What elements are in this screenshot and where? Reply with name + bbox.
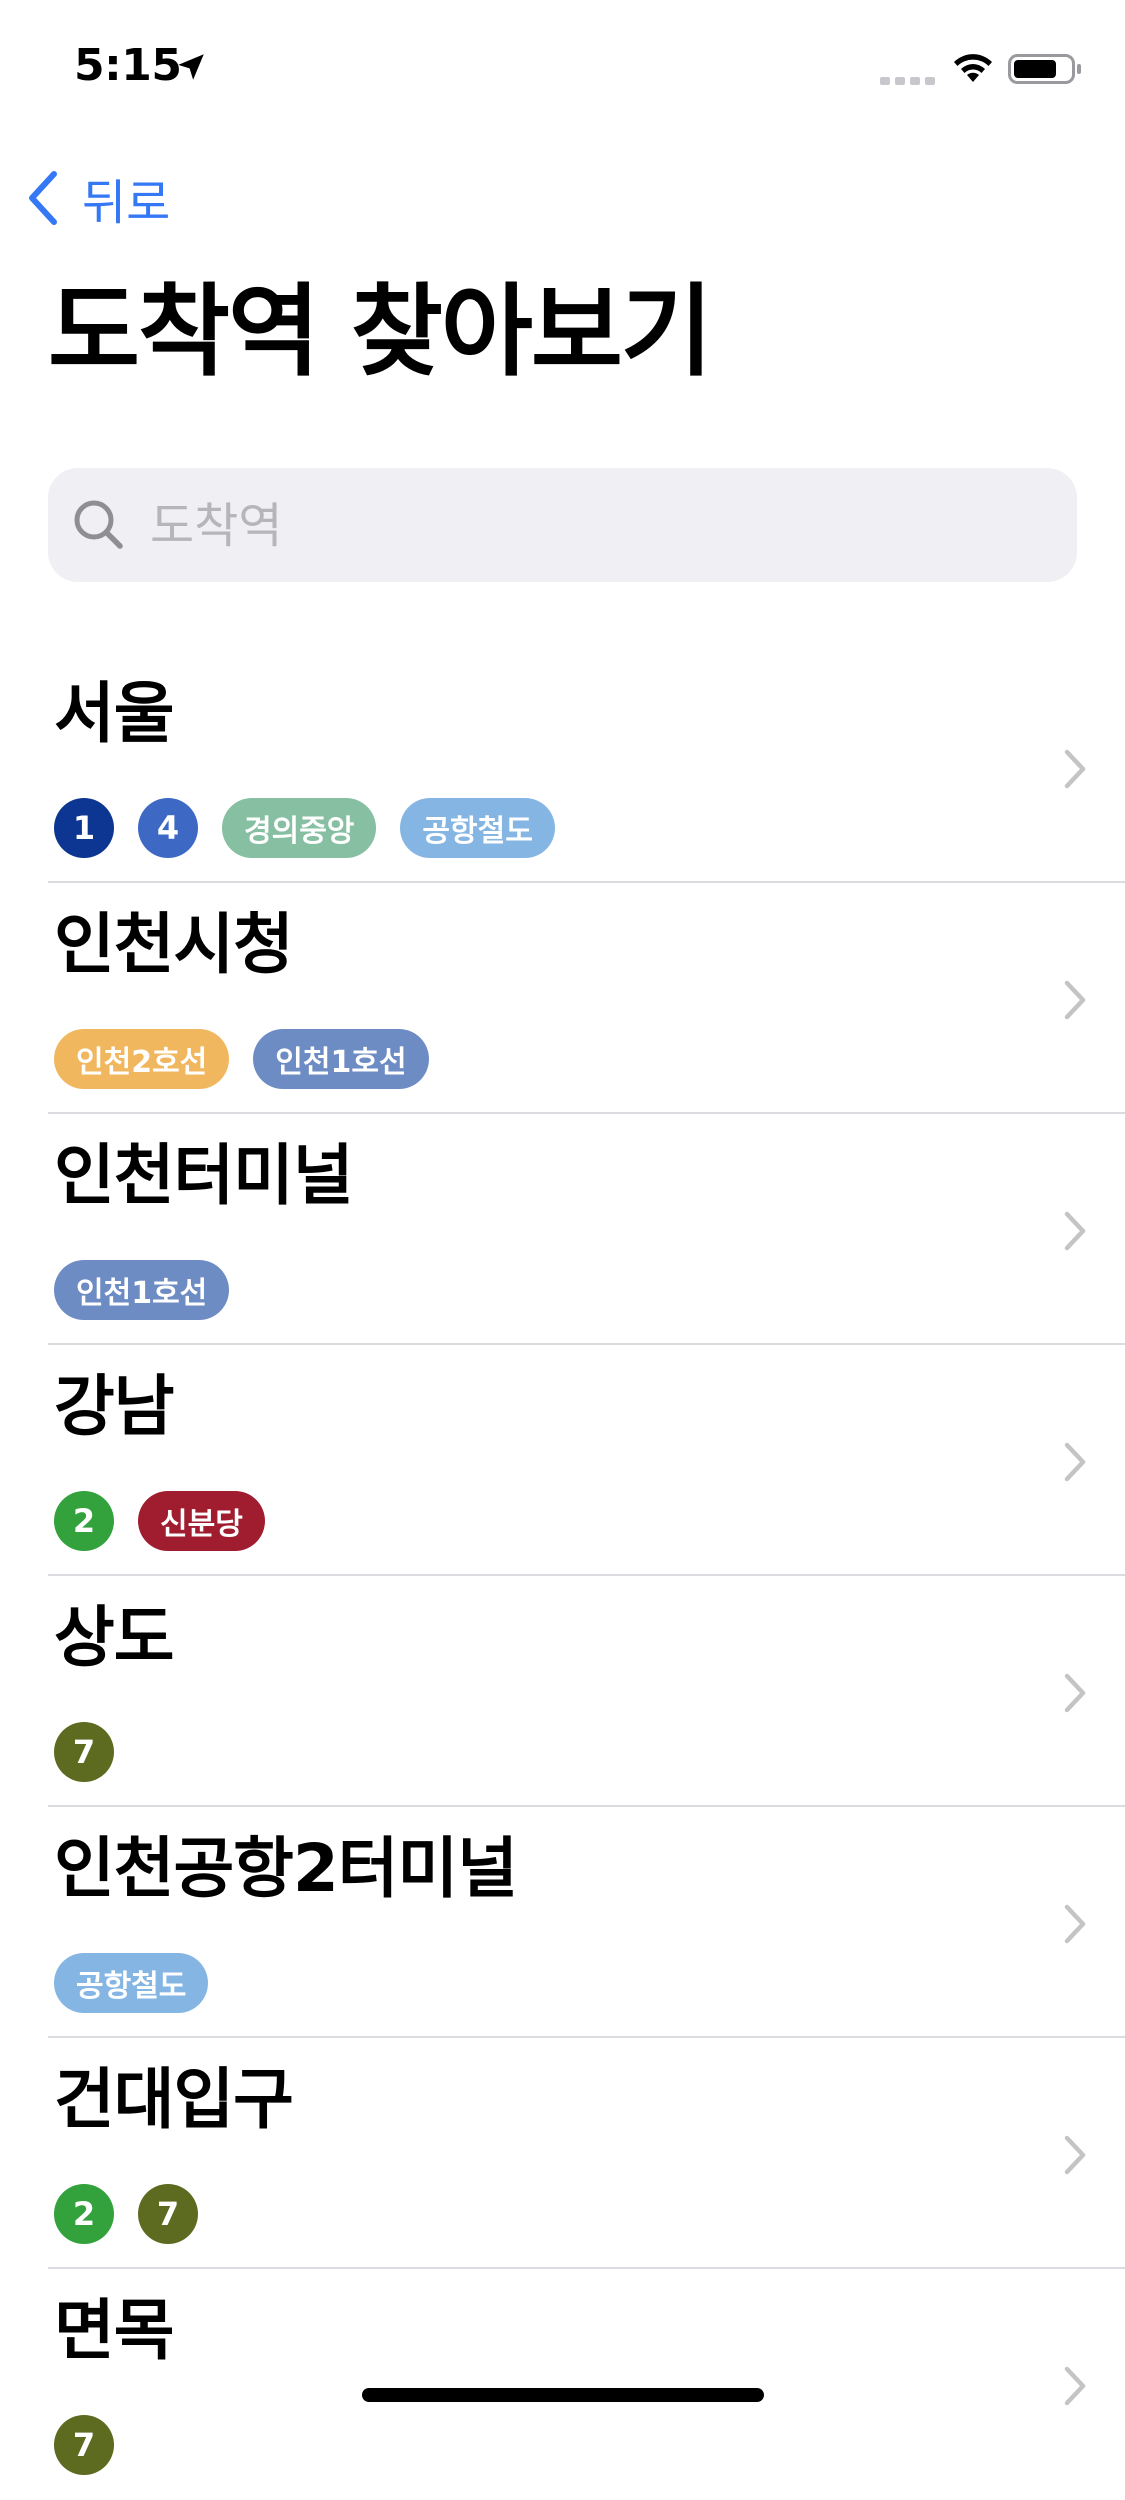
line-badge: 인천2호선: [54, 1029, 230, 1089]
chevron-right-icon: [1064, 749, 1086, 789]
chevron-right-icon: [1064, 1904, 1086, 1944]
line-badge: 인천1호선: [253, 1029, 429, 1089]
chevron-right-icon: [1064, 1673, 1086, 1713]
station-row[interactable]: 강남 2 신분당: [48, 1345, 1125, 1576]
station-row[interactable]: 건대입구 2 7: [48, 2038, 1125, 2269]
line-badge: 7: [54, 1722, 114, 1782]
status-time: 5:15: [74, 40, 182, 91]
wifi-icon: [954, 54, 992, 82]
station-row[interactable]: 서울 1 4 경의중앙 공항철도: [48, 652, 1125, 883]
line-badge: 경의중앙: [222, 798, 377, 858]
line-badge: 7: [54, 2415, 114, 2475]
line-badge: 인천1호선: [54, 1260, 230, 1320]
cellular-signal-icon: [880, 77, 935, 85]
chevron-left-icon: [29, 171, 57, 225]
station-row[interactable]: 인천터미널인천1호선: [48, 1114, 1125, 1345]
page-title: 도착역 찾아보기: [48, 273, 713, 390]
line-badges: 공항철도: [54, 1953, 209, 2013]
line-badges: 7: [54, 2415, 114, 2475]
back-button[interactable]: 뒤로: [24, 162, 170, 234]
station-row[interactable]: 면목 7: [48, 2269, 1125, 2500]
search-icon: [74, 500, 123, 549]
location-arrow-icon: [178, 54, 204, 80]
back-label: 뒤로: [82, 175, 171, 231]
station-row[interactable]: 상도 7: [48, 1576, 1125, 1807]
battery-icon: [1008, 54, 1081, 84]
station-name: 강남: [54, 1368, 174, 1445]
status-bar: 5:15: [0, 0, 1125, 132]
station-name: 서울: [54, 675, 174, 752]
line-badges: 7: [54, 1722, 114, 1782]
station-row[interactable]: 인천시청인천2호선 인천1호선: [48, 883, 1125, 1114]
home-indicator: [362, 2388, 764, 2402]
line-badges: 27: [54, 2184, 198, 2244]
line-badge: 2: [54, 2184, 114, 2244]
line-badge: 2: [54, 1491, 114, 1551]
line-badges: 인천1호선: [54, 1260, 230, 1320]
station-list: 서울 1 4 경의중앙 공항철도 인천시청 인천2호선 인천1호선 인천터미널 인천1호선 강남 2 신…: [0, 652, 1125, 2500]
station-name: 면목: [54, 2292, 174, 2369]
chevron-right-icon: [1064, 1211, 1086, 1251]
line-badge: 공항철도: [54, 1953, 209, 2013]
search-field[interactable]: [48, 468, 1077, 582]
line-badge: 7: [138, 2184, 198, 2244]
chevron-right-icon: [1064, 1442, 1086, 1482]
search-input[interactable]: [148, 486, 1052, 566]
station-name: 인천터미널: [54, 1137, 354, 1214]
station-name: 인천시청: [54, 906, 294, 983]
line-badge: 4: [138, 798, 198, 858]
station-name: 상도: [54, 1599, 174, 1676]
line-badge: 신분당: [138, 1491, 265, 1551]
line-badges: 2 신분당: [54, 1491, 265, 1551]
chevron-right-icon: [1064, 980, 1086, 1020]
line-badge: 공항철도: [400, 798, 555, 858]
line-badge: 1: [54, 798, 114, 858]
chevron-right-icon: [1064, 2366, 1086, 2406]
station-name: 건대입구: [54, 2061, 294, 2138]
station-row[interactable]: 인천공항2터미널공항철도: [48, 1807, 1125, 2038]
station-name: 인천공항2터미널: [54, 1830, 518, 1907]
chevron-right-icon: [1064, 2135, 1086, 2175]
line-badges: 1 4 경의중앙 공항철도: [54, 798, 555, 858]
line-badges: 인천2호선 인천1호선: [54, 1029, 429, 1089]
